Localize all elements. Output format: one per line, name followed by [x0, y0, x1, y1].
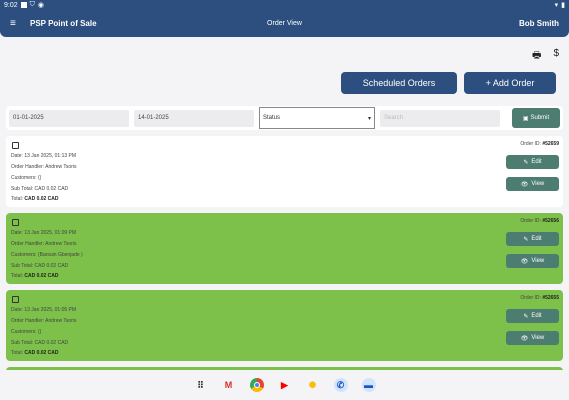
order-card: Date: 13 Jan 2025, 01:05 PM Order Handle…	[6, 290, 563, 361]
view-label: View	[531, 181, 545, 187]
messages-icon[interactable]: ▬	[361, 378, 376, 392]
order-total-value: CAD 0.02 CAD	[24, 273, 59, 279]
view-button[interactable]: 👁 View	[506, 254, 559, 268]
edit-button[interactable]: ✎ Edit	[506, 309, 559, 323]
battery-icon: ▮	[561, 2, 565, 9]
edit-button[interactable]: ✎ Edit	[506, 155, 559, 169]
youtube-icon[interactable]: ▶	[278, 378, 292, 392]
view-button[interactable]: 👁 View	[506, 331, 559, 345]
edit-label: Edit	[531, 236, 542, 242]
add-order-button[interactable]: + Add Order	[464, 72, 556, 94]
view-button[interactable]: 👁 View	[506, 177, 559, 191]
order-total-label: Total:	[11, 196, 23, 202]
eye-icon: 👁	[520, 258, 529, 265]
edit-icon: ✎	[523, 159, 529, 166]
date-from-input[interactable]: 01-01-2025	[9, 109, 129, 127]
status-select[interactable]: Status ▾	[259, 107, 375, 129]
order-date: Date: 13 Jan 2025, 01:05 PM	[11, 307, 77, 313]
order-id-value: #52655	[542, 295, 559, 301]
order-id: Order ID: #52655	[520, 295, 559, 301]
clock: 9:02	[4, 1, 18, 9]
edit-icon: ✎	[523, 236, 529, 243]
edit-label: Edit	[531, 159, 542, 165]
order-total: Total: CAD 0.02 CAD	[11, 273, 59, 279]
order-card: Date: 13 Jan 2025, 01:13 PM Order Handle…	[6, 136, 563, 207]
order-total: Total: CAD 0.02 CAD	[11, 196, 59, 202]
order-checkbox[interactable]	[12, 142, 19, 149]
order-total-label: Total:	[11, 273, 23, 279]
order-total-label: Total:	[11, 350, 23, 356]
order-total: Total: CAD 0.02 CAD	[11, 350, 59, 356]
order-handler: Order Handler: Andrew Tsoris	[11, 241, 77, 247]
order-subtotal: Sub Total: CAD 0.02 CAD	[11, 340, 69, 346]
app-title: PSP Point of Sale	[30, 19, 97, 28]
edit-button[interactable]: ✎ Edit	[506, 232, 559, 246]
order-id-value: #52659	[542, 141, 559, 147]
phone-icon[interactable]: ✆	[333, 378, 348, 392]
order-handler: Order Handler: Andrew Tsoris	[11, 318, 77, 324]
dollar-icon[interactable]: $	[553, 48, 559, 65]
order-handler: Order Handler: Andrew Tsoris	[11, 164, 77, 170]
status-bar: 9:02 ⛉ ◉ ▾ ▮	[0, 0, 569, 10]
order-subtotal: Sub Total: CAD 0.02 CAD	[11, 263, 69, 269]
order-id: Order ID: #52656	[520, 218, 559, 224]
order-total-value: CAD 0.02 CAD	[24, 350, 59, 356]
order-id-label: Order ID:	[520, 141, 541, 147]
filter-bar: 01-01-2025 14-01-2025 Status ▾ Search ▣ …	[6, 106, 563, 130]
edit-icon: ✎	[523, 313, 529, 320]
order-id-value: #52656	[542, 218, 559, 224]
square-icon	[20, 2, 27, 8]
shield-icon: ⛉	[29, 1, 35, 8]
gmail-icon[interactable]: M	[222, 378, 236, 392]
edit-label: Edit	[531, 313, 542, 319]
app-bar: ≡ PSP Point of Sale Order View Bob Smith	[0, 10, 569, 37]
order-customers: Customers: ()	[11, 175, 42, 181]
order-id: Order ID: #52659	[520, 141, 559, 147]
view-label: View	[531, 258, 545, 264]
menu-icon[interactable]: ≡	[10, 18, 24, 29]
action-icons: 🖶 $	[532, 48, 559, 65]
apps-grid-icon[interactable]: ⠿	[194, 378, 208, 392]
circle-icon: ◉	[37, 2, 44, 9]
submit-label: Submit	[530, 115, 550, 121]
view-label: View	[531, 335, 545, 341]
order-card: Date: 13 Jan 2025, 01:09 PM Order Handle…	[6, 213, 563, 284]
user-name[interactable]: Bob Smith	[519, 19, 559, 28]
order-date: Date: 13 Jan 2025, 01:09 PM	[11, 230, 77, 236]
dropdown-arrow-icon: ▾	[367, 115, 371, 122]
scheduled-orders-button[interactable]: Scheduled Orders	[341, 72, 457, 94]
order-subtotal: Sub Total: CAD 0.02 CAD	[11, 186, 69, 192]
order-id-label: Order ID:	[520, 218, 541, 224]
taskbar: ⠿ M ▶ ✺ ✆ ▬	[0, 370, 569, 400]
date-to-input[interactable]: 14-01-2025	[134, 109, 254, 127]
order-checkbox[interactable]	[12, 219, 19, 226]
chrome-icon[interactable]	[249, 378, 264, 392]
order-id-label: Order ID:	[520, 295, 541, 301]
order-date: Date: 13 Jan 2025, 01:13 PM	[11, 153, 77, 159]
status-select-value: Status	[263, 115, 281, 121]
order-total-value: CAD 0.02 CAD	[24, 196, 59, 202]
print-icon[interactable]: 🖶	[532, 48, 541, 65]
photos-icon[interactable]: ✺	[306, 378, 320, 392]
eye-icon: 👁	[520, 335, 529, 342]
calendar-icon: ▣	[522, 115, 529, 122]
submit-button[interactable]: ▣ Submit	[512, 108, 560, 128]
search-input[interactable]: Search	[380, 109, 500, 127]
eye-icon: 👁	[520, 181, 529, 188]
wifi-icon: ▾	[554, 2, 559, 9]
order-checkbox[interactable]	[12, 296, 19, 303]
order-customers: Customers: (Barsuin Gbenjade )	[11, 252, 83, 258]
order-customers: Customers: ()	[11, 329, 42, 335]
